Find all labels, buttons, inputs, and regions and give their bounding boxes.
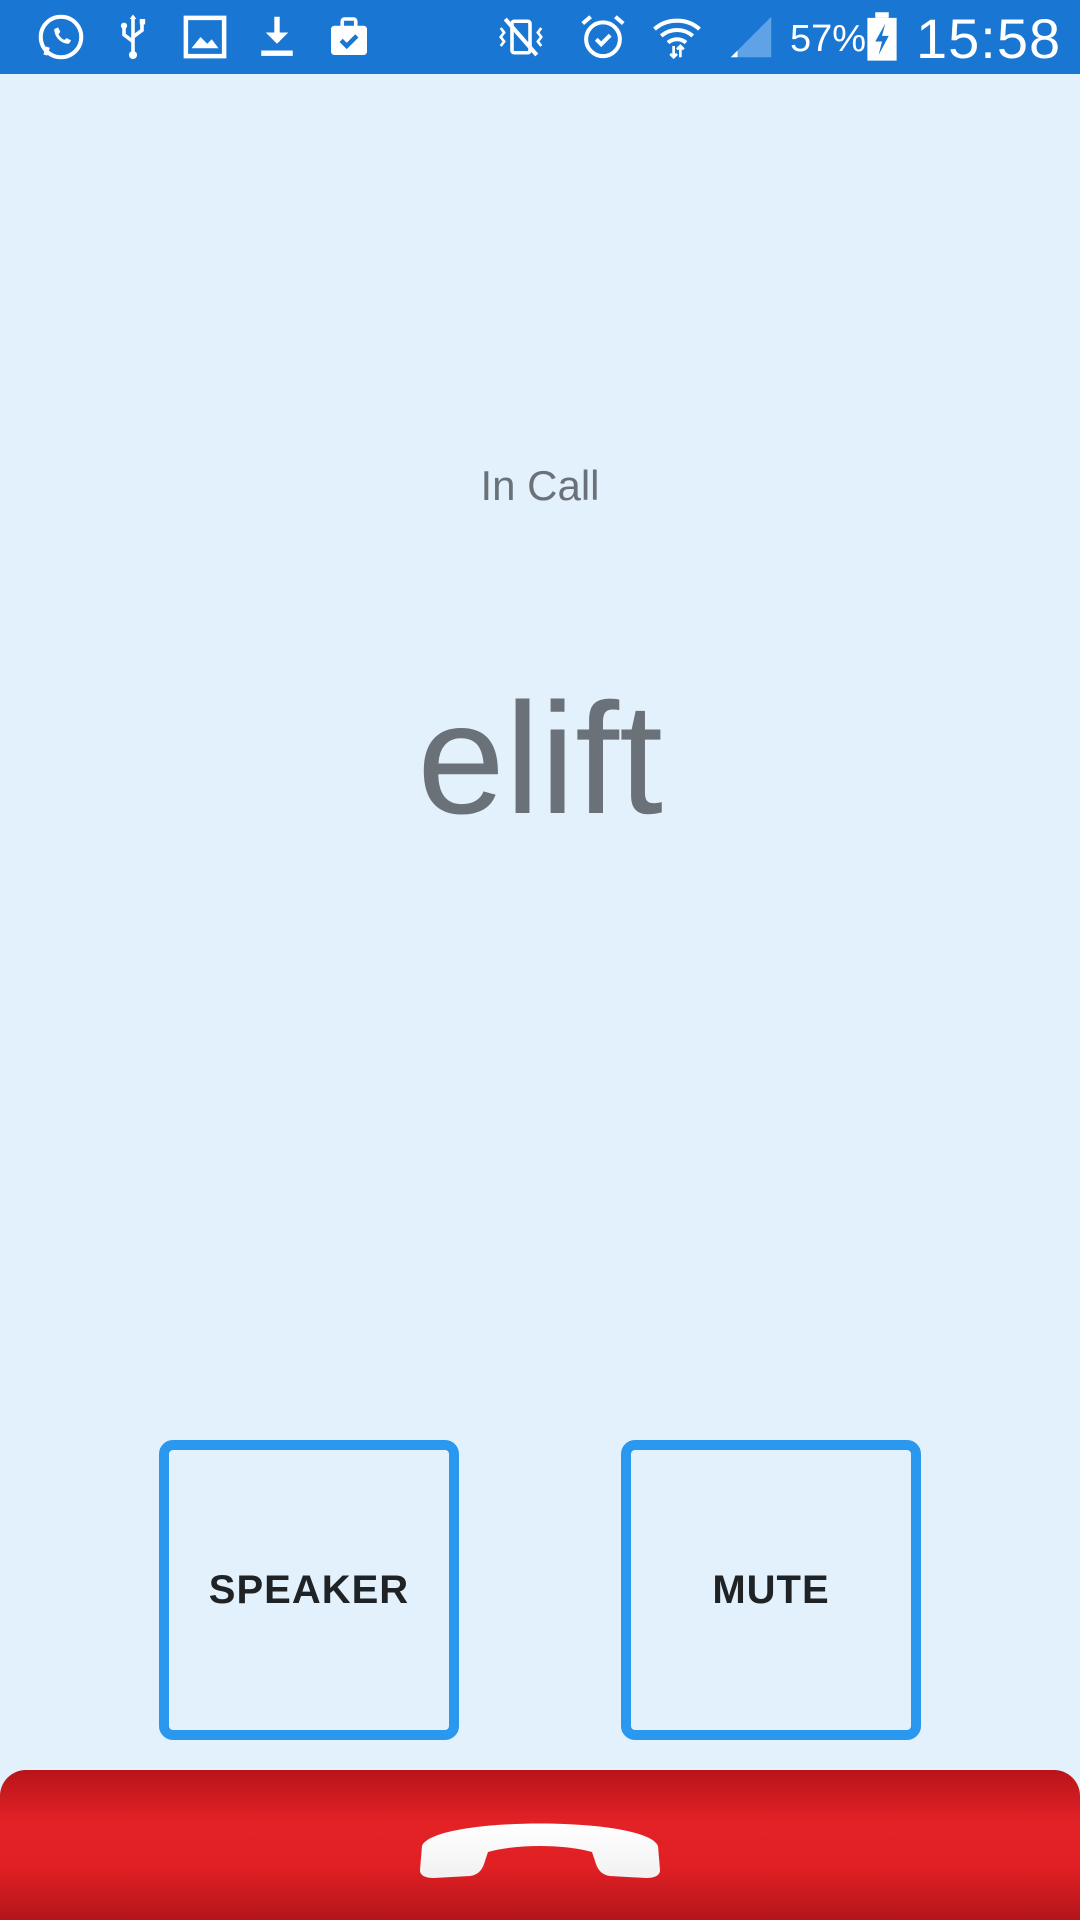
mute-button[interactable]: MUTE (621, 1440, 921, 1740)
vibrate-silent-icon (494, 10, 548, 64)
speaker-button[interactable]: SPEAKER (159, 1440, 459, 1740)
battery-percent: 57% (790, 18, 867, 60)
clock: 15:58 (916, 7, 1062, 70)
status-bar: 57% 15:58 (0, 0, 1080, 74)
caller-name: elift (417, 671, 663, 847)
usb-icon (106, 10, 160, 64)
alarm-icon (576, 10, 630, 64)
hang-up-phone-icon[interactable] (414, 1808, 666, 1880)
speaker-button-label: SPEAKER (208, 1567, 410, 1612)
battery-charging-icon (864, 10, 900, 64)
whatsapp-icon (34, 10, 88, 64)
wifi-icon (650, 10, 704, 64)
download-icon (250, 10, 304, 64)
mute-button-label: MUTE (712, 1567, 830, 1612)
clipboard-check-icon (322, 10, 376, 64)
call-status-label: In Call (480, 462, 600, 509)
call-screen: 57% 15:58 In Call elift SPEAKER MUTE (0, 0, 1080, 1920)
signal-icon (724, 10, 778, 64)
gallery-icon (178, 10, 232, 64)
